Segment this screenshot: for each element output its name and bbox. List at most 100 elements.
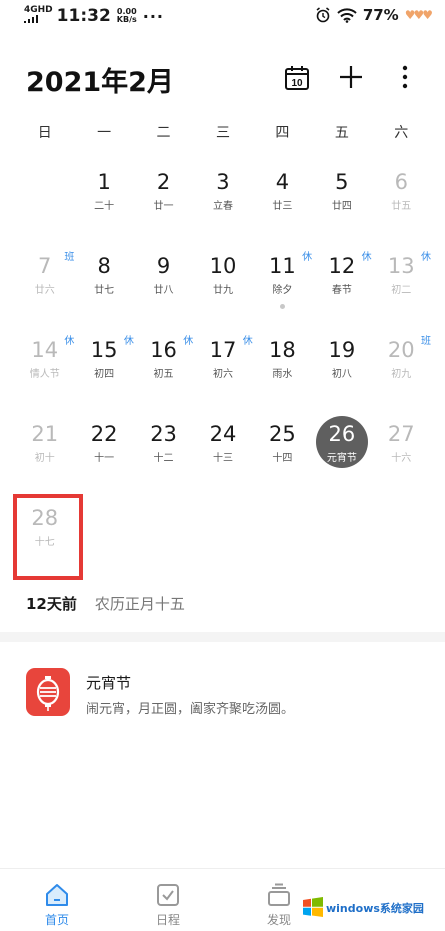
highlight-box <box>13 494 83 580</box>
calendar-day[interactable]: 5 廿四 <box>312 158 371 242</box>
watermark-text: windows系统家园 <box>326 902 424 915</box>
day-number: 19 <box>328 338 356 362</box>
status-time: 11:32 <box>56 6 111 26</box>
lunar-label: 廿七 <box>94 285 115 296</box>
day-number: 25 <box>269 422 296 446</box>
more-notifications-icon: ··· <box>142 6 164 26</box>
event-description: 闹元宵，月正圆，阖家齐聚吃汤圆。 <box>86 702 295 717</box>
lunar-label: 廿九 <box>212 285 233 296</box>
calendar-day[interactable]: 16 初五休 <box>134 326 193 410</box>
day-number: 21 <box>31 422 59 446</box>
calendar-day[interactable]: 28 十七 <box>13 494 83 580</box>
month-title[interactable]: 2021年2月 <box>26 60 174 99</box>
section-divider <box>0 632 445 642</box>
calendar-day[interactable]: 13 初二休 <box>372 242 431 326</box>
calendar-day[interactable]: 9 廿八 <box>134 242 193 326</box>
lunar-label: 雨水 <box>272 369 293 380</box>
holiday-tag: 休 <box>302 252 313 263</box>
calendar-day[interactable]: 20 初九班 <box>372 326 431 410</box>
day-number: 10 <box>209 254 237 278</box>
holiday-tag: 班 <box>64 252 75 263</box>
holiday-tag: 班 <box>420 336 431 347</box>
calendar-day[interactable]: 2 廿一 <box>134 158 193 242</box>
day-number: 8 <box>97 254 111 278</box>
calendar-day[interactable]: 25 十四 <box>253 410 312 494</box>
calendar-day[interactable]: 10 廿九 <box>193 242 252 326</box>
heart-icon: ♥♥♥ <box>404 8 433 22</box>
calendar-day[interactable]: 23 十二 <box>134 410 193 494</box>
calendar-day[interactable]: 8 廿七 <box>74 242 133 326</box>
lunar-label: 十四 <box>272 453 293 464</box>
weekday-header: 日 一 二 三 四 五 六 <box>15 122 431 146</box>
calendar-day[interactable]: 4 廿三 <box>253 158 312 242</box>
checkbox-icon <box>157 884 179 906</box>
calendar-day[interactable]: 19 初八 <box>312 326 371 410</box>
calendar-day-selected[interactable]: 26 元宵节 <box>312 410 371 494</box>
weekday-label: 五 <box>334 125 349 141</box>
lunar-label: 除夕 <box>272 285 293 296</box>
weekday-label: 二 <box>156 125 171 141</box>
signal-icon: 4GHD <box>24 6 53 26</box>
lantern-icon <box>26 668 70 716</box>
lunar-label: 二十 <box>94 201 115 212</box>
day-number: 24 <box>209 422 237 446</box>
weekday-label: 日 <box>37 125 52 141</box>
lunar-label: 廿三 <box>272 201 293 212</box>
festival-event-card[interactable]: 元宵节 闹元宵，月正圆，阖家齐聚吃汤圆。 <box>26 668 426 718</box>
calendar-day[interactable]: 7 廿六班 <box>15 242 75 326</box>
speed-unit: KB/s <box>116 15 137 24</box>
calendar-day[interactable]: 12 春节休 <box>312 242 371 326</box>
calendar-day[interactable]: 24 十三 <box>193 410 252 494</box>
day-number: 5 <box>335 170 349 194</box>
battery-level: 77% <box>362 6 399 24</box>
days-ago-label: 12天前 <box>26 595 77 613</box>
calendar-day[interactable]: 6 廿五 <box>372 158 431 242</box>
network-speed: 0.00 KB/s <box>117 8 137 24</box>
calendar-day[interactable]: 21 初十 <box>15 410 74 494</box>
holiday-tag: 休 <box>64 336 75 347</box>
event-dot <box>279 304 285 309</box>
lunar-label: 立春 <box>212 201 233 212</box>
lunar-label: 十二 <box>153 453 174 464</box>
layers-icon <box>268 883 290 906</box>
weekday-label: 四 <box>275 125 290 141</box>
lunar-label: 初六 <box>212 369 233 380</box>
calendar-day[interactable]: 22 十一 <box>74 410 133 494</box>
nav-home-label: 首页 <box>44 913 69 927</box>
calendar-day[interactable]: 1 二十 <box>74 158 133 242</box>
lunar-label: 十六 <box>391 453 412 464</box>
calendar-day[interactable]: 17 初六休 <box>193 326 253 410</box>
day-number: 23 <box>150 422 177 446</box>
alarm-icon <box>316 7 330 23</box>
lunar-label: 元宵节 <box>326 453 357 464</box>
today-number: 10 <box>291 78 303 89</box>
calendar-day[interactable]: 11 除夕休 <box>253 242 312 326</box>
lunar-label: 廿四 <box>331 201 352 212</box>
nav-schedule[interactable]: 日程 <box>138 883 198 928</box>
calendar-day[interactable]: 14 情人节休 <box>15 326 75 410</box>
nav-home[interactable]: 首页 <box>27 883 87 928</box>
calendar-day[interactable]: 27 十六 <box>372 410 431 494</box>
lunar-date-label: 农历正月十五 <box>94 595 185 613</box>
more-options-button[interactable] <box>395 64 415 90</box>
watermark: windows系统家园 <box>300 876 440 926</box>
add-event-button[interactable] <box>338 64 364 90</box>
wifi-icon <box>337 7 357 23</box>
day-number: 27 <box>387 422 415 446</box>
calendar-day[interactable]: 15 初四休 <box>74 326 134 410</box>
today-button[interactable]: 10 <box>284 65 310 91</box>
day-number: 22 <box>90 422 118 446</box>
holiday-tag: 休 <box>361 252 372 263</box>
day-number: 1 <box>97 170 111 194</box>
day-number: 26 <box>328 422 356 446</box>
day-number: 4 <box>275 170 290 194</box>
calendar-header: 2021年2月 10 <box>0 52 445 102</box>
holiday-tag: 休 <box>123 336 134 347</box>
lunar-label: 初九 <box>391 369 412 380</box>
lunar-label: 初四 <box>94 369 115 380</box>
calendar-day[interactable]: 18 雨水 <box>253 326 312 410</box>
weekday-label: 三 <box>215 125 230 141</box>
calendar-day[interactable]: 3 立春 <box>193 158 252 242</box>
lunar-label: 廿五 <box>391 201 412 212</box>
lunar-label: 初十 <box>34 453 55 464</box>
